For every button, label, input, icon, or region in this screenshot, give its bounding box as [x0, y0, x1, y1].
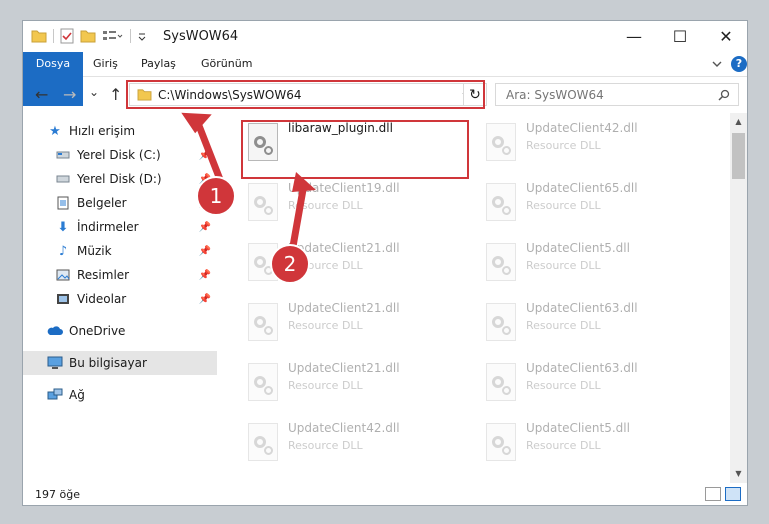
step-1-badge: 1 [196, 176, 236, 216]
annotation-arrows [181, 112, 316, 256]
step-2-badge: 2 [270, 244, 310, 284]
